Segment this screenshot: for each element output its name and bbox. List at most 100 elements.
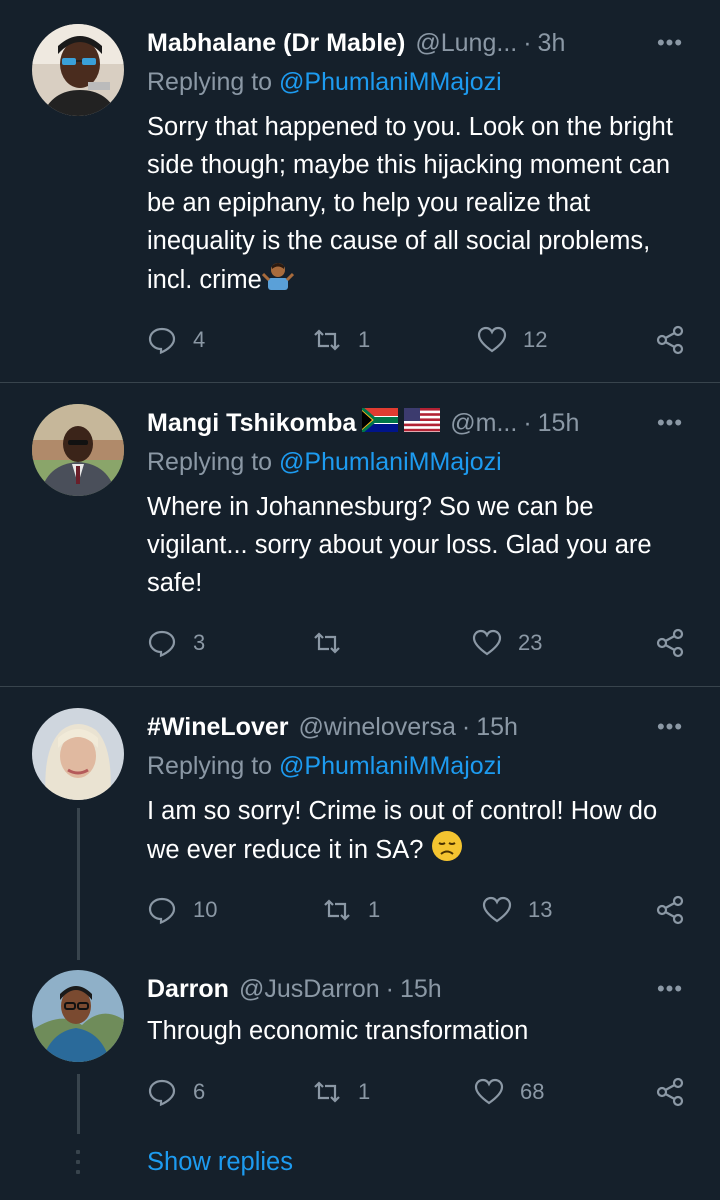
user-handle[interactable]: @Lung... <box>415 29 517 58</box>
tweet-actions: 6 1 68 <box>147 1072 692 1112</box>
heart-icon <box>477 326 507 353</box>
retweet-icon <box>314 329 340 351</box>
tweet-text: Sorry that happened to you. Look on the … <box>147 108 687 303</box>
avatar[interactable] <box>32 970 124 1062</box>
replying-to-label: Replying to <box>147 448 273 476</box>
mention-link[interactable]: @PhumlaniMMajozi <box>279 68 502 96</box>
share-icon <box>656 628 684 658</box>
timestamp[interactable]: 15h <box>538 409 580 438</box>
like-button[interactable]: 23 <box>472 623 542 663</box>
share-button[interactable] <box>655 320 685 360</box>
user-handle[interactable]: @wineloversa <box>298 713 455 742</box>
like-button[interactable]: 13 <box>482 890 552 930</box>
avatar[interactable] <box>32 404 124 496</box>
reply-button[interactable]: 6 <box>147 1072 205 1112</box>
display-name[interactable]: #WineLover <box>147 713 288 742</box>
more-options-icon[interactable]: ••• <box>654 970 686 1008</box>
tweet[interactable]: #WineLover @wineloversa · 15h ••• Replyi… <box>0 687 720 967</box>
timestamp[interactable]: 3h <box>538 29 566 58</box>
disappointed-face-emoji <box>431 830 463 873</box>
mention-link[interactable]: @PhumlaniMMajozi <box>279 448 502 476</box>
reply-icon <box>148 897 176 925</box>
usa-flag-icon <box>404 407 441 439</box>
reply-button[interactable]: 10 <box>147 890 217 930</box>
retweet-count: 1 <box>358 1079 371 1104</box>
reply-button[interactable]: 3 <box>147 623 205 663</box>
more-options-icon[interactable]: ••• <box>654 708 686 746</box>
replying-to: Replying to @PhumlaniMMajozi <box>147 448 502 477</box>
retweet-icon <box>324 899 350 921</box>
south-africa-flag-icon <box>361 406 399 439</box>
show-replies-link[interactable]: Show replies <box>147 1148 293 1177</box>
display-name[interactable]: Mangi Tshikomba <box>147 409 356 438</box>
heart-icon <box>474 1078 504 1105</box>
separator: · <box>385 974 394 1003</box>
user-handle[interactable]: @JusDarron <box>239 975 380 1004</box>
heart-icon <box>472 629 502 656</box>
retweet-button[interactable] <box>312 623 358 663</box>
avatar[interactable] <box>32 708 124 800</box>
replying-to-label: Replying to <box>147 752 273 780</box>
share-button[interactable] <box>655 890 685 930</box>
tweet-actions: 10 1 13 <box>147 890 692 930</box>
tweet-text: Through economic transformation <box>147 1017 529 1045</box>
separator: · <box>461 712 471 741</box>
reply-count: 6 <box>193 1079 206 1104</box>
tweet-text: I am so sorry! Crime is out of control! … <box>147 792 687 873</box>
tweet-text-body: I am so sorry! Crime is out of control! … <box>147 797 658 865</box>
like-button[interactable]: 12 <box>477 320 547 360</box>
tweet-actions: 4 1 12 <box>147 320 692 360</box>
retweet-icon <box>314 1081 340 1103</box>
reply-count: 10 <box>193 897 218 922</box>
tweet-actions: 3 23 <box>147 623 692 663</box>
reply-count: 4 <box>193 327 206 352</box>
replying-to-label: Replying to <box>147 68 273 96</box>
display-name[interactable]: Darron <box>147 975 229 1004</box>
separator: · <box>523 408 532 437</box>
share-button[interactable] <box>655 623 685 663</box>
tweet[interactable]: Mabhalane (Dr Mable) @Lung... · 3h ••• R… <box>0 0 720 382</box>
retweet-count: 1 <box>358 327 371 352</box>
reply-icon <box>148 1079 176 1107</box>
reply-count: 3 <box>193 630 206 655</box>
tweet-header: #WineLover @wineloversa · 15h <box>147 708 720 746</box>
retweet-icon <box>314 632 340 654</box>
timestamp[interactable]: 15h <box>476 713 518 742</box>
tweet-header: Darron @JusDarron · 15h <box>147 970 720 1008</box>
replying-to: Replying to @PhumlaniMMajozi <box>147 68 502 97</box>
retweet-button[interactable]: 1 <box>322 890 380 930</box>
share-button[interactable] <box>655 1072 685 1112</box>
user-handle[interactable]: @m... <box>450 409 517 438</box>
share-icon <box>656 895 684 925</box>
separator: · <box>523 28 532 57</box>
retweet-button[interactable]: 1 <box>312 1072 370 1112</box>
tweet-text-body: Sorry that happened to you. Look on the … <box>147 113 673 295</box>
reply-icon <box>148 327 176 355</box>
like-count: 68 <box>520 1079 545 1104</box>
tweet[interactable]: Mangi Tshikomba @m... · 15h ••• Replying… <box>0 383 720 685</box>
avatar[interactable] <box>32 24 124 116</box>
like-button[interactable]: 68 <box>474 1072 544 1112</box>
heart-icon <box>482 896 512 923</box>
display-name[interactable]: Mabhalane (Dr Mable) <box>147 29 405 58</box>
more-options-icon[interactable]: ••• <box>654 24 686 62</box>
retweet-count: 1 <box>368 897 381 922</box>
thread-dots <box>76 1150 80 1180</box>
more-options-icon[interactable]: ••• <box>654 404 686 442</box>
tweet-header: Mabhalane (Dr Mable) @Lung... · 3h <box>147 24 720 62</box>
share-icon <box>656 1077 684 1107</box>
share-icon <box>656 325 684 355</box>
like-count: 23 <box>518 630 543 655</box>
like-count: 12 <box>523 327 548 352</box>
timestamp[interactable]: 15h <box>400 975 442 1004</box>
tweet-header: Mangi Tshikomba @m... · 15h <box>147 404 720 442</box>
tweet[interactable]: Darron @JusDarron · 15h ••• Through econ… <box>0 968 720 1138</box>
tweet-text: Where in Johannesburg? So we can be vigi… <box>147 493 652 597</box>
like-count: 13 <box>528 897 553 922</box>
reply-button[interactable]: 4 <box>147 320 205 360</box>
mention-link[interactable]: @PhumlaniMMajozi <box>279 752 502 780</box>
person-shrugging-emoji <box>261 260 294 303</box>
replying-to: Replying to @PhumlaniMMajozi <box>147 752 502 781</box>
retweet-button[interactable]: 1 <box>312 320 370 360</box>
reply-icon <box>148 630 176 658</box>
